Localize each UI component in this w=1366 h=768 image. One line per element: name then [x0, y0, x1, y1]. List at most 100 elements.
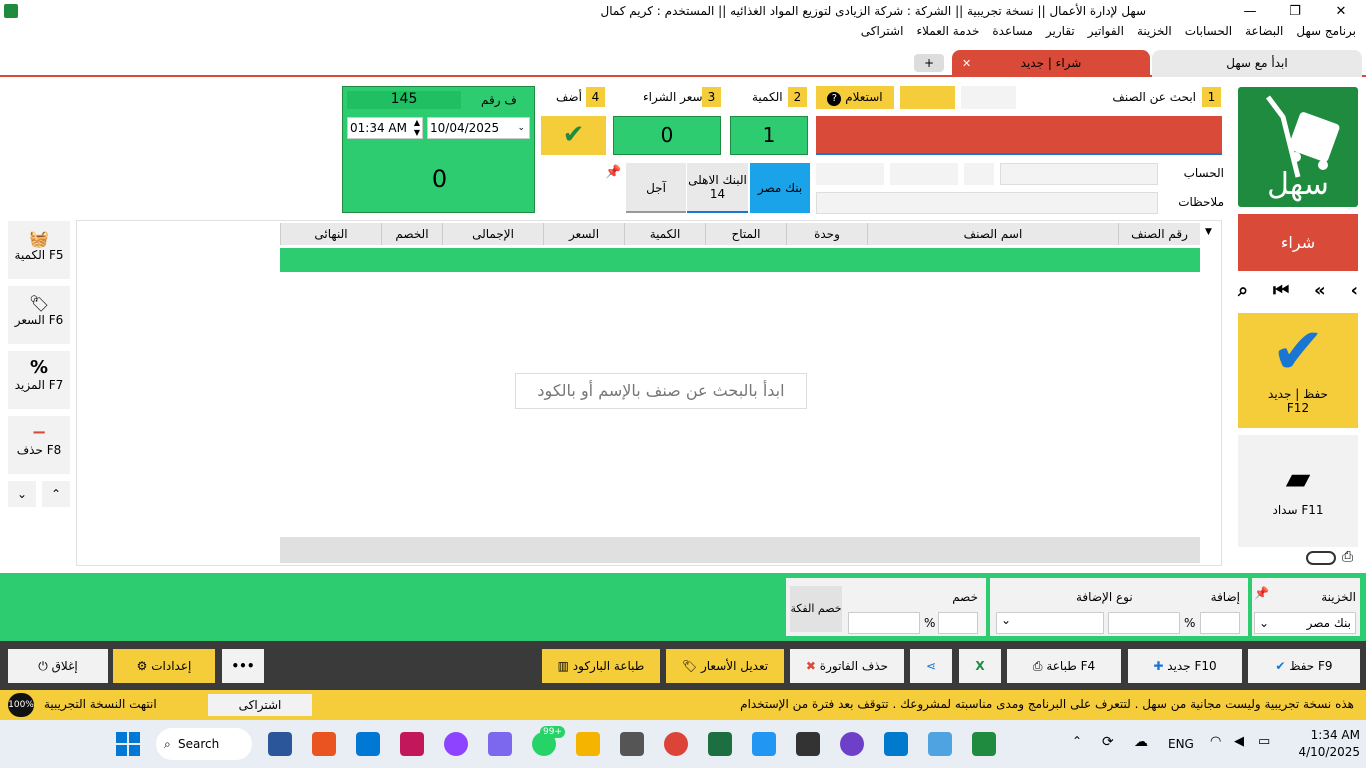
menu-item-treasury[interactable]: الخزينة: [1137, 24, 1172, 44]
cloud-icon[interactable]: ☁: [1134, 734, 1148, 750]
virtualbox-icon[interactable]: [356, 732, 380, 756]
calculator-icon[interactable]: [620, 732, 644, 756]
col-available[interactable]: المتاح: [705, 223, 786, 245]
scroll-up-button[interactable]: ⌃: [42, 481, 70, 507]
prev-fast-icon[interactable]: «: [1314, 280, 1326, 306]
messenger-icon[interactable]: [444, 732, 468, 756]
pin-icon[interactable]: 📌: [605, 165, 621, 180]
col-item-no[interactable]: رقم الصنف: [1118, 223, 1200, 245]
menu-item-goods[interactable]: البضاعة: [1245, 24, 1283, 44]
account-input[interactable]: [1000, 163, 1158, 185]
clock-date[interactable]: 4/10/2025: [1290, 745, 1360, 759]
add-tab-button[interactable]: +: [914, 54, 944, 72]
price-input[interactable]: 0: [613, 116, 721, 155]
search-option-yellow[interactable]: [900, 86, 955, 109]
minimize-button[interactable]: —: [1235, 2, 1265, 22]
terminal-icon[interactable]: [796, 732, 820, 756]
inquiry-button[interactable]: ? استعلام: [816, 86, 894, 109]
item-search-input[interactable]: [816, 116, 1222, 155]
time-picker[interactable]: 01:34 AM ▲ ▼: [347, 117, 423, 139]
copilot-icon[interactable]: [488, 732, 512, 756]
file-explorer-icon[interactable]: [576, 732, 600, 756]
save-f9-button[interactable]: ✔ حفظ F9: [1248, 649, 1360, 683]
print-f4-button[interactable]: ⎙ طباعة F4: [1007, 649, 1121, 683]
print-barcode-button[interactable]: ▥ طباعة الباركود: [542, 649, 660, 683]
share-button[interactable]: ⋖: [910, 649, 952, 683]
price-f6-button[interactable]: 🏷 السعر F6: [8, 286, 70, 344]
treasury-select[interactable]: ⌄ بنك مصر: [1254, 612, 1356, 634]
menu-item-subscription[interactable]: اشتراكى: [861, 24, 904, 44]
paint-icon[interactable]: [928, 732, 952, 756]
addition-percent-input[interactable]: [1200, 612, 1240, 634]
col-price[interactable]: السعر: [543, 223, 624, 245]
start-icon[interactable]: [116, 732, 140, 756]
print-icon[interactable]: ⎙: [1342, 549, 1353, 565]
more-f7-button[interactable]: % المزيد F7: [8, 351, 70, 409]
change-discount-button[interactable]: خصم الفكة: [790, 586, 842, 632]
maximize-button[interactable]: ❐: [1280, 2, 1310, 22]
pay-credit[interactable]: آجل: [626, 163, 686, 213]
search-icon[interactable]: ⌕: [1238, 280, 1248, 306]
more-button[interactable]: •••: [222, 649, 264, 683]
language-indicator[interactable]: ENG: [1168, 737, 1194, 751]
buy-button[interactable]: شراء: [1238, 214, 1358, 271]
pin-icon[interactable]: 📌: [1254, 586, 1269, 600]
menu-item-customer-service[interactable]: خدمة العملاء: [916, 24, 979, 44]
quantity-f5-button[interactable]: 🧺 الكمية F5: [8, 221, 70, 279]
terminal-app-icon[interactable]: [268, 732, 292, 756]
pay-bank-ahly[interactable]: البنك الاهلى 14: [687, 163, 748, 213]
taskbar-search[interactable]: ⌕ Search: [156, 728, 252, 760]
save-new-button[interactable]: ✔ حفظ | جديد F12: [1238, 313, 1358, 428]
settings-button[interactable]: ⚙ إعدادات: [113, 649, 215, 683]
addition-type-select[interactable]: ⌄: [996, 612, 1104, 634]
col-total[interactable]: الإجمالى: [442, 223, 543, 245]
ubuntu-icon[interactable]: [312, 732, 336, 756]
menu-item-invoices[interactable]: الفواتير: [1088, 24, 1124, 44]
col-quantity[interactable]: الكمية: [624, 223, 705, 245]
date-picker[interactable]: 10/04/2025 ⌄: [427, 117, 530, 139]
col-item-name[interactable]: اسم الصنف: [867, 223, 1118, 245]
menu-item-reports[interactable]: تقارير: [1046, 24, 1075, 44]
prev-record-icon[interactable]: ‹: [1351, 280, 1358, 306]
search-option-box[interactable]: [961, 86, 1016, 109]
account-box-c[interactable]: [816, 163, 884, 185]
wifi-icon[interactable]: ◠: [1210, 734, 1221, 749]
sahl-taskbar-icon[interactable]: [972, 732, 996, 756]
delete-invoice-button[interactable]: ✖ حذف الفاتورة: [790, 649, 904, 683]
close-window-button[interactable]: ✕: [1326, 2, 1356, 22]
account-box-a[interactable]: [964, 163, 994, 185]
close-button[interactable]: ⏻ إغلاق: [8, 649, 108, 683]
quantity-input[interactable]: 1: [730, 116, 808, 155]
menu-item-help[interactable]: مساعدة: [992, 24, 1033, 44]
tray-chevron-icon[interactable]: ⌃: [1072, 734, 1082, 748]
add-item-button[interactable]: ✔: [541, 116, 606, 155]
addition-value-input[interactable]: [1108, 612, 1180, 634]
vscode-icon[interactable]: [884, 732, 908, 756]
col-discount[interactable]: الخصم: [381, 223, 442, 245]
battery-icon[interactable]: ▭: [1258, 734, 1270, 749]
edit-prices-button[interactable]: 🏷 تعديل الأسعار: [666, 649, 784, 683]
discount-percent-input[interactable]: [938, 612, 978, 634]
discount-value-input[interactable]: [848, 612, 920, 634]
menu-item-program[interactable]: برنامج سهل: [1296, 24, 1356, 44]
tab-buy-new[interactable]: شراء | جديد ✕: [952, 50, 1150, 77]
col-final[interactable]: النهائى: [280, 223, 381, 245]
delete-f8-button[interactable]: − حذف F8: [8, 416, 70, 474]
excel-icon[interactable]: [708, 732, 732, 756]
sync-icon[interactable]: ⟳: [1102, 734, 1114, 750]
grid-new-row[interactable]: [280, 248, 1200, 272]
snipping-icon[interactable]: [400, 732, 424, 756]
chrome-icon[interactable]: [664, 732, 688, 756]
tab-close-icon[interactable]: ✕: [962, 50, 971, 77]
new-f10-button[interactable]: ✚ جديد F10: [1128, 649, 1242, 683]
menu-item-accounts[interactable]: الحسابات: [1185, 24, 1232, 44]
excel-export-button[interactable]: X: [959, 649, 1001, 683]
col-unit[interactable]: وحدة: [786, 223, 867, 245]
scroll-down-button[interactable]: ⌄: [8, 481, 36, 507]
first-record-icon[interactable]: ⏮: [1273, 280, 1289, 306]
toggle-switch[interactable]: [1306, 551, 1336, 565]
volume-icon[interactable]: ◀: [1234, 734, 1244, 749]
github-icon[interactable]: [840, 732, 864, 756]
tab-start[interactable]: ابدأ مع سهل: [1152, 50, 1362, 77]
notes-input[interactable]: [816, 192, 1158, 214]
